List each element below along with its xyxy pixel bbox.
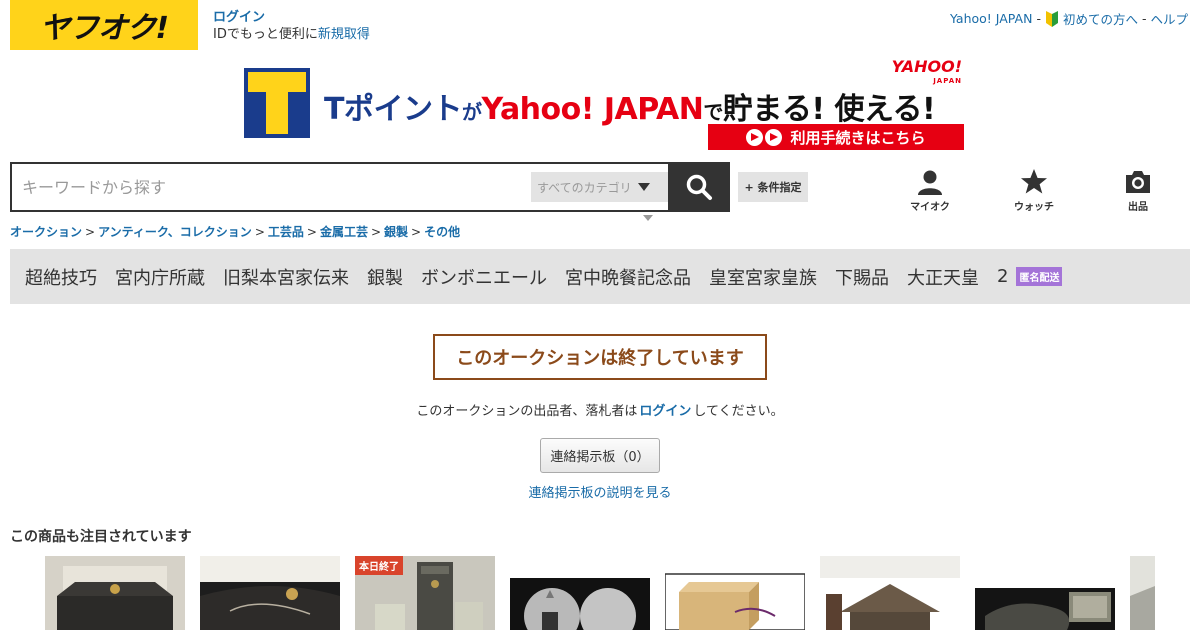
title-tag: 2	[997, 266, 1009, 287]
breadcrumb-item[interactable]: 金属工芸	[320, 225, 368, 239]
title-tag[interactable]: 皇室宮家皇族	[709, 264, 817, 290]
login-message: このオークションの出品者、落札者は ログイン してください。	[416, 404, 784, 419]
cta-label: 利用手続きはこちら	[790, 128, 926, 147]
title-tag[interactable]: 宮中晩餐記念品	[565, 264, 691, 290]
breadcrumb-item[interactable]: 工芸品	[268, 225, 304, 239]
search-bar: すべてのカテゴリ	[10, 162, 730, 212]
watch-nav[interactable]: ウォッチ	[1004, 168, 1064, 213]
title-tag[interactable]: 宮内庁所蔵	[115, 264, 205, 290]
banner-tpoint: Tポイント	[324, 92, 462, 127]
help-link[interactable]: ヘルプ	[1150, 9, 1188, 28]
banner-tamaru: 貯まる! 使える!	[722, 92, 936, 127]
recommended-item-thumbnail[interactable]	[200, 556, 340, 630]
dropdown-hint-icon	[643, 215, 653, 221]
logo-text: ヤフオク!	[39, 11, 169, 46]
recommended-item-thumbnail[interactable]	[1130, 556, 1155, 630]
double-arrow-icon	[746, 128, 783, 146]
banner-ga: が	[461, 100, 482, 124]
register-link[interactable]: 新規取得	[318, 27, 370, 42]
recommended-item-thumbnail[interactable]	[820, 556, 960, 630]
title-tag[interactable]: 大正天皇	[907, 264, 979, 290]
recommended-item-thumbnail[interactable]	[510, 556, 650, 630]
breadcrumb-item[interactable]: その他	[424, 225, 460, 239]
yahoo-japan-link[interactable]: Yahoo! JAPAN	[950, 11, 1032, 26]
title-tags-bar: 超絶技巧 宮内庁所蔵 旧梨本宮家伝来 銀製 ボンボニエール 宮中晩餐記念品 皇室…	[10, 249, 1190, 304]
login-link-inline[interactable]: ログイン	[639, 404, 691, 419]
anonymous-shipping-badge: 匿名配送	[1016, 267, 1063, 286]
recommended-item-thumbnail[interactable]: 本日終了	[355, 556, 495, 630]
title-tag[interactable]: 旧梨本宮家伝来	[223, 264, 349, 290]
auction-ended-notice: このオークションは終了しています	[433, 334, 767, 380]
top-links: Yahoo! JAPAN - 初めての方へ - ヘルプ	[950, 9, 1188, 28]
login-link[interactable]: ログイン	[213, 9, 370, 26]
breadcrumb-item[interactable]: オークション	[10, 225, 82, 239]
beginners-link[interactable]: 初めての方へ	[1063, 9, 1138, 28]
breadcrumb-item[interactable]: 銀製	[384, 225, 408, 239]
yahoo-japan-mini-logo: YAHOO! JAPAN	[891, 57, 962, 86]
category-select[interactable]: すべてのカテゴリ	[531, 172, 672, 202]
yahuoku-logo[interactable]: ヤフオク!	[10, 0, 198, 50]
breadcrumb: オークション > アンティーク、コレクション > 工芸品 > 金属工芸 > 銀製 > その他	[10, 225, 461, 239]
title-tag[interactable]: 超絶技巧	[25, 264, 97, 290]
recommended-title: この商品も注目されています	[10, 529, 192, 545]
watch-label: ウォッチ	[1014, 202, 1054, 213]
tpoint-banner[interactable]: TポイントがYahoo! JAPANで貯まる! 使える! YAHOO! JAPAN…	[244, 57, 966, 152]
recommended-item-thumbnail[interactable]	[665, 556, 805, 630]
login-box: ログイン IDでもっと便利に新規取得	[213, 9, 370, 43]
separator: -	[1036, 11, 1041, 26]
banner-yahoo: Yahoo! JAPAN	[481, 92, 704, 127]
person-icon	[918, 170, 942, 195]
conditions-button[interactable]: + 条件指定	[738, 172, 808, 202]
banner-de: で	[703, 100, 723, 124]
register-cta-button[interactable]: 利用手続きはこちら	[708, 124, 964, 150]
search-button[interactable]	[668, 162, 730, 212]
banner-headline: TポイントがYahoo! JAPANで貯まる! 使える!	[324, 84, 936, 128]
tpoint-logo-icon	[244, 68, 310, 138]
beginner-mark-icon	[1045, 10, 1058, 27]
myauction-label: マイオク	[910, 202, 950, 213]
star-icon	[1021, 169, 1047, 194]
breadcrumb-item[interactable]: アンティーク、コレクション	[98, 225, 252, 239]
message-board-button[interactable]: 連絡掲示板（0）	[540, 438, 660, 473]
camera-icon	[1126, 171, 1150, 193]
myauction-nav[interactable]: マイオク	[900, 168, 960, 213]
recommended-item-thumbnail[interactable]	[975, 556, 1115, 630]
category-label: すべてのカテゴリ	[537, 180, 632, 195]
title-tag[interactable]: ボンボニエール	[421, 264, 547, 290]
sell-nav[interactable]: 出品	[1108, 168, 1168, 213]
message-board-help-link[interactable]: 連絡掲示板の説明を見る	[0, 482, 1200, 501]
ended-today-badge: 本日終了	[355, 556, 403, 575]
sell-label: 出品	[1128, 202, 1148, 213]
title-tag[interactable]: 銀製	[367, 264, 403, 290]
id-prompt: IDでもっと便利に	[213, 27, 318, 42]
chevron-down-icon	[637, 183, 650, 191]
recommended-item-thumbnail[interactable]	[45, 556, 185, 630]
title-tag[interactable]: 下賜品	[835, 264, 889, 290]
separator: -	[1141, 11, 1147, 26]
search-icon	[686, 174, 712, 200]
